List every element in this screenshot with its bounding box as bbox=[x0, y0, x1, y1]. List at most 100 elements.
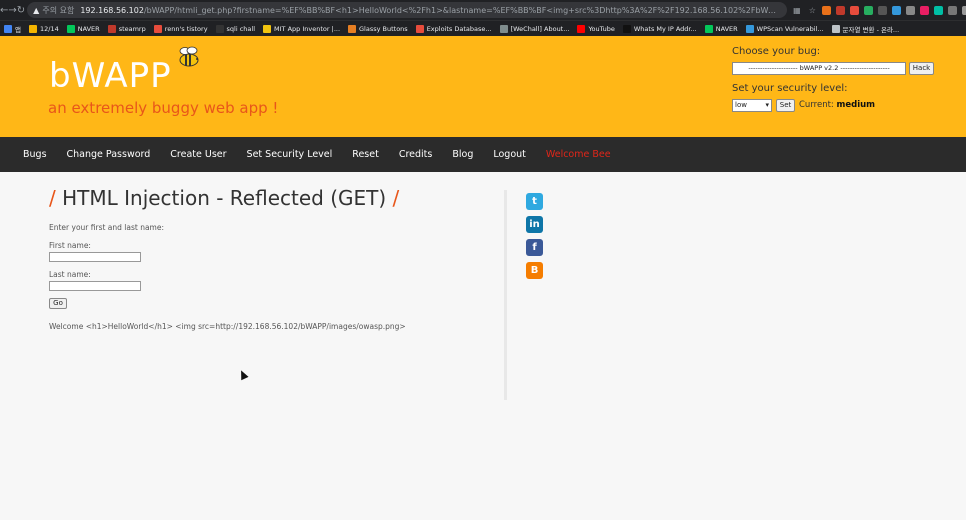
bookmark-favicon-icon bbox=[215, 24, 224, 33]
extensions-area: ⋮ bbox=[821, 5, 966, 15]
bookmark-item[interactable]: WPScan Vulnerabil... bbox=[745, 24, 824, 33]
extension-icon[interactable] bbox=[849, 5, 859, 15]
menu-item-logout[interactable]: Logout bbox=[493, 149, 526, 160]
extension-icon[interactable] bbox=[961, 5, 966, 15]
bookmark-item[interactable]: Glassy Buttons bbox=[348, 24, 408, 33]
set-button[interactable]: Set bbox=[776, 99, 795, 112]
bookmark-favicon-icon bbox=[622, 24, 631, 33]
bookmark-label: steamrp bbox=[118, 24, 146, 33]
bookmark-label: renn's tistory bbox=[164, 24, 208, 33]
bookmark-item[interactable]: sqli chall bbox=[215, 24, 255, 33]
bookmark-favicon-icon bbox=[704, 24, 713, 33]
title-slash-left: / bbox=[49, 186, 63, 210]
current-level-label: Current: bbox=[799, 100, 834, 110]
bookmarks-bar: 앱 12/14 NAVER steamrp renn's tistory sqli cha… bbox=[0, 20, 966, 36]
bookmark-label: 12/14 bbox=[39, 24, 59, 33]
reload-icon[interactable]: ↻ bbox=[17, 5, 25, 16]
last-name-input[interactable] bbox=[49, 281, 141, 291]
bookmark-item[interactable]: NAVER bbox=[66, 24, 100, 33]
bookmark-item[interactable]: [WeChall] About... bbox=[499, 24, 570, 33]
site-tagline: an extremely buggy web app ! bbox=[48, 99, 279, 117]
bookmark-label: Exploits Database... bbox=[426, 24, 492, 33]
security-level-value: low bbox=[735, 101, 747, 109]
extension-icon[interactable] bbox=[835, 5, 845, 15]
extension-icon[interactable] bbox=[863, 5, 873, 15]
linkedin-icon[interactable]: in bbox=[526, 216, 543, 233]
current-level-value: medium bbox=[836, 100, 876, 110]
url-host: 192.168.56.102 bbox=[80, 5, 144, 15]
extension-icon[interactable] bbox=[905, 5, 915, 15]
bookmark-item[interactable]: YouTube bbox=[577, 24, 615, 33]
bookmark-favicon-icon bbox=[263, 24, 272, 33]
bookmark-favicon-icon bbox=[107, 24, 116, 33]
share-icon[interactable]: ▦ bbox=[793, 6, 801, 15]
current-level: Current: medium bbox=[799, 100, 875, 110]
page-title: / HTML Injection - Reflected (GET) / bbox=[49, 186, 399, 210]
menu-item-bugs[interactable]: Bugs bbox=[23, 149, 47, 160]
extension-icon[interactable] bbox=[891, 5, 901, 15]
mouse-cursor-icon bbox=[237, 368, 249, 381]
bookmark-item[interactable]: 앱 bbox=[4, 24, 21, 34]
url-path: /bWAPP/htmli_get.php?firstname=%EF%BB%BF… bbox=[143, 5, 782, 15]
bookmark-label: MIT App Inventor |... bbox=[274, 24, 341, 33]
site-header: bWAPP an extremely buggy web app ! Choos… bbox=[0, 36, 966, 137]
menu-welcome-user[interactable]: Welcome Bee bbox=[546, 149, 611, 160]
extension-icon[interactable] bbox=[933, 5, 943, 15]
main-menu: Bugs Change Password Create User Set Securi… bbox=[0, 137, 966, 172]
extension-icon[interactable] bbox=[947, 5, 957, 15]
site-logo[interactable]: bWAPP bbox=[49, 56, 172, 96]
menu-item-credits[interactable]: Credits bbox=[399, 149, 433, 160]
extension-icon[interactable] bbox=[877, 5, 887, 15]
title-slash-right: / bbox=[392, 186, 400, 210]
bookmark-label: [WeChall] About... bbox=[510, 24, 570, 33]
choose-bug-label: Choose your bug: bbox=[732, 46, 821, 57]
bookmark-label: WPScan Vulnerabil... bbox=[756, 24, 824, 33]
bee-icon bbox=[179, 46, 199, 67]
bookmark-item[interactable]: Whats My IP Addr... bbox=[622, 24, 697, 33]
bookmark-item[interactable]: MIT App Inventor |... bbox=[263, 24, 341, 33]
star-icon[interactable]: ☆ bbox=[809, 6, 816, 15]
hack-button[interactable]: Hack bbox=[909, 62, 934, 75]
first-name-input[interactable] bbox=[49, 252, 141, 262]
browser-toolbar: ← → ↻ ▲ 주의 요함 192.168.56.102 /bWAPP/html… bbox=[0, 0, 966, 20]
bookmark-favicon-icon bbox=[831, 24, 840, 33]
bookmark-item[interactable]: steamrp bbox=[107, 24, 146, 33]
bookmark-item[interactable]: 문자열 변환 - 온라... bbox=[831, 24, 899, 34]
extension-icon[interactable] bbox=[821, 5, 831, 15]
bookmark-favicon-icon bbox=[348, 24, 357, 33]
social-links: t in f B bbox=[526, 193, 543, 279]
security-status: 주의 요함 bbox=[42, 5, 75, 15]
bookmark-favicon-icon bbox=[66, 24, 75, 33]
blogger-icon[interactable]: B bbox=[526, 262, 543, 279]
bookmark-label: Whats My IP Addr... bbox=[633, 24, 697, 33]
extension-icon[interactable] bbox=[919, 5, 929, 15]
bookmark-item[interactable]: 12/14 bbox=[28, 24, 59, 33]
bookmark-favicon-icon bbox=[4, 24, 12, 33]
security-level-select[interactable]: low ▾ bbox=[732, 99, 772, 112]
forward-icon[interactable]: → bbox=[8, 5, 16, 16]
bug-select[interactable]: --------------------- bWAPP v2.2 -------… bbox=[732, 62, 906, 75]
menu-item-blog[interactable]: Blog bbox=[452, 149, 473, 160]
column-divider bbox=[504, 190, 507, 400]
address-bar[interactable]: ▲ 주의 요함 192.168.56.102 /bWAPP/htmli_get.… bbox=[27, 2, 788, 18]
bookmark-item[interactable]: renn's tistory bbox=[153, 24, 208, 33]
welcome-output: Welcome <h1>HelloWorld</h1> <img src=htt… bbox=[49, 322, 406, 331]
twitter-icon[interactable]: t bbox=[526, 193, 543, 210]
bookmark-favicon-icon bbox=[499, 24, 508, 33]
bookmark-item[interactable]: NAVER bbox=[704, 24, 738, 33]
menu-item-change-password[interactable]: Change Password bbox=[67, 149, 151, 160]
bookmark-favicon-icon bbox=[28, 24, 37, 33]
main-content: / HTML Injection - Reflected (GET) / Ent… bbox=[0, 172, 966, 520]
facebook-icon[interactable]: f bbox=[526, 239, 543, 256]
menu-item-set-security-level[interactable]: Set Security Level bbox=[247, 149, 333, 160]
bookmark-label: YouTube bbox=[588, 24, 615, 33]
first-name-label: First name: bbox=[49, 241, 91, 250]
go-button[interactable]: Go bbox=[49, 298, 67, 309]
bookmark-label: Glassy Buttons bbox=[359, 24, 408, 33]
form-intro: Enter your first and last name: bbox=[49, 223, 165, 232]
menu-item-create-user[interactable]: Create User bbox=[170, 149, 226, 160]
menu-item-reset[interactable]: Reset bbox=[352, 149, 379, 160]
warning-icon[interactable]: ▲ bbox=[33, 6, 39, 15]
back-icon[interactable]: ← bbox=[0, 5, 8, 16]
bookmark-item[interactable]: Exploits Database... bbox=[415, 24, 492, 33]
